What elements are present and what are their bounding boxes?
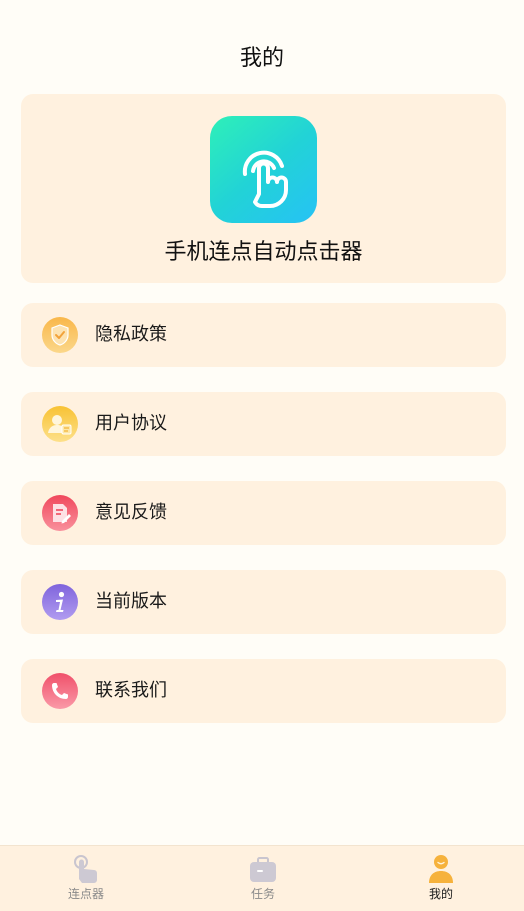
profile-page: 我的 手机连点自动点击器 隐私政策 用户协议 意见反馈 当前版本 联系我们 连点… <box>0 0 524 911</box>
tab-mine[interactable]: 我的 <box>381 846 501 911</box>
menu-item-label: 联系我们 <box>95 680 167 701</box>
tab-tasks[interactable]: 任务 <box>203 846 323 911</box>
app-info-card: 手机连点自动点击器 <box>21 94 506 283</box>
tab-label: 连点器 <box>67 887 104 901</box>
menu-item-label: 当前版本 <box>95 591 167 612</box>
menu-item-feedback[interactable]: 意见反馈 <box>21 481 506 545</box>
app-name: 手机连点自动点击器 <box>164 240 363 265</box>
menu-item-label: 意见反馈 <box>95 502 167 523</box>
tap-hand-icon <box>210 116 317 223</box>
tab-clicker[interactable]: 连点器 <box>26 846 146 911</box>
menu-item-contact-us[interactable]: 联系我们 <box>21 659 506 723</box>
menu-item-version[interactable]: 当前版本 <box>21 570 506 634</box>
user-document-icon <box>42 406 78 442</box>
feedback-edit-icon <box>42 495 78 531</box>
page-title: 我的 <box>239 46 284 71</box>
tap-finger-icon <box>72 854 100 884</box>
phone-icon <box>42 673 78 709</box>
tab-label: 任务 <box>250 887 275 901</box>
shield-check-icon <box>42 317 78 353</box>
tab-label: 我的 <box>428 887 453 901</box>
menu-item-privacy-policy[interactable]: 隐私政策 <box>21 303 506 367</box>
person-icon <box>427 854 455 884</box>
menu-item-label: 用户协议 <box>95 413 167 434</box>
bottom-tab-bar: 连点器 任务 我的 <box>0 845 524 911</box>
menu-item-label: 隐私政策 <box>95 324 167 345</box>
info-icon <box>42 584 78 620</box>
briefcase-icon <box>249 854 277 884</box>
menu-item-user-agreement[interactable]: 用户协议 <box>21 392 506 456</box>
